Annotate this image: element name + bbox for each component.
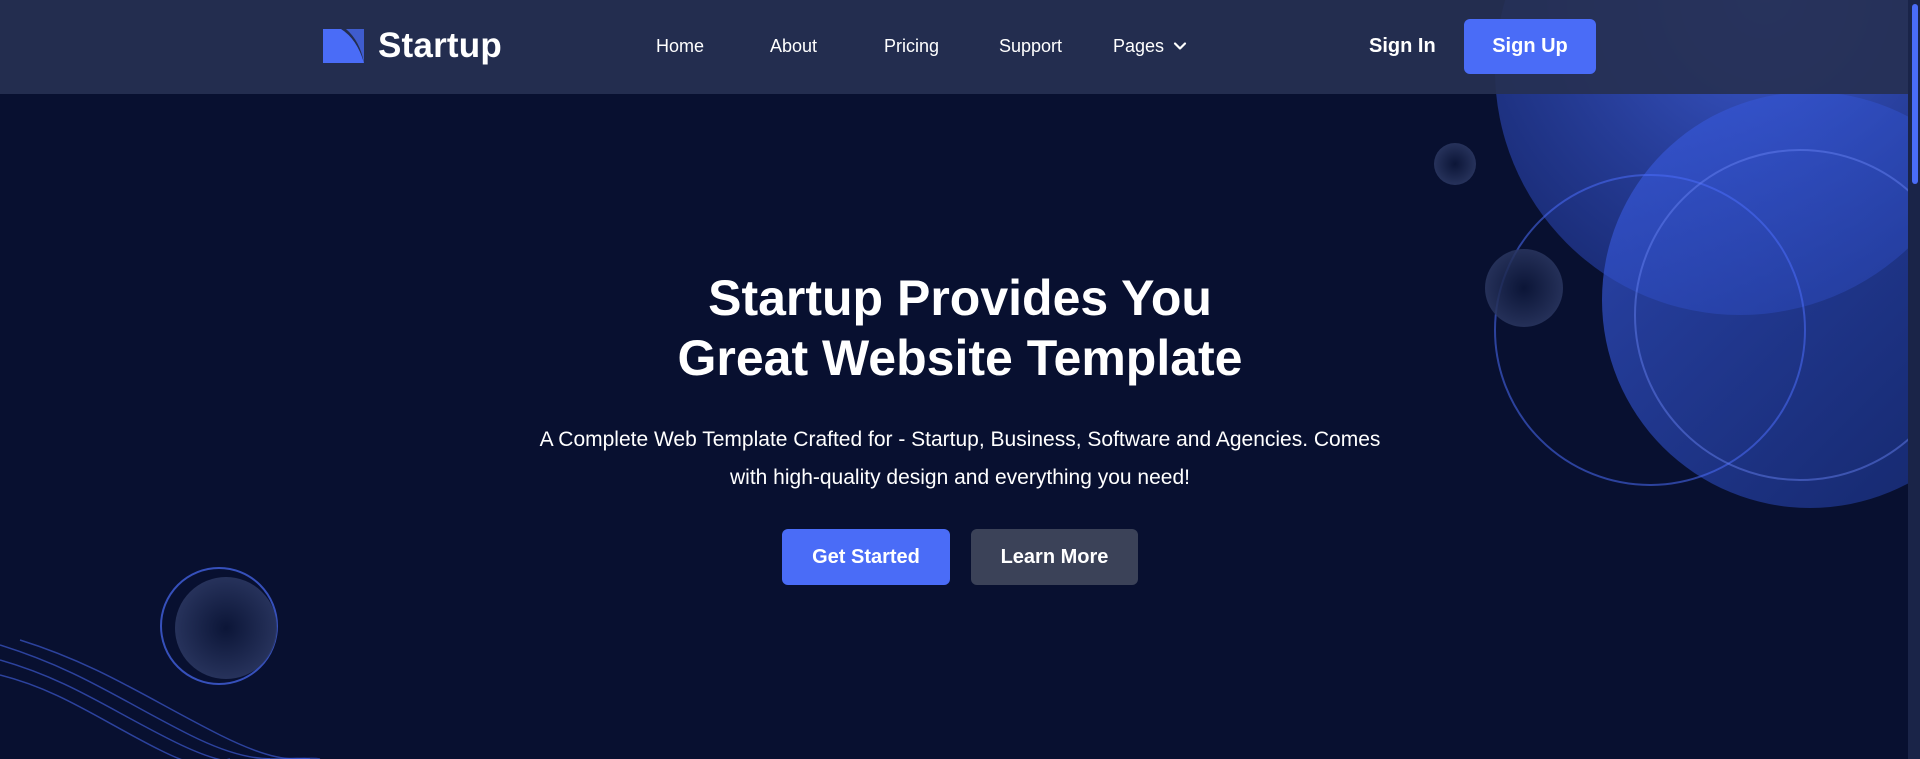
hero-title-line-1: Startup Provides You [708,270,1212,326]
hero-cta-group: Get Started Learn More [782,529,1138,585]
site-header: Startup Home About Pricing Support Pages… [0,0,1908,94]
scrollbar-thumb[interactable] [1912,4,1918,184]
nav-item-pages-label: Pages [1113,36,1165,56]
nav-item-support[interactable]: Support [999,34,1062,58]
hero-title-line-2: Great Website Template [677,330,1243,386]
landing-page: Startup Home About Pricing Support Pages… [0,0,1920,759]
hero-title: Startup Provides You Great Website Templ… [0,268,1920,388]
hero-subtitle: A Complete Web Template Crafted for - St… [500,421,1420,497]
scrollbar[interactable] [1908,0,1920,759]
main-nav: Home About Pricing Support Pages [0,0,1908,94]
nav-item-about[interactable]: About [770,34,817,58]
get-started-button[interactable]: Get Started [782,529,950,585]
nav-item-pricing[interactable]: Pricing [884,34,939,58]
learn-more-button[interactable]: Learn More [971,529,1138,585]
nav-item-home[interactable]: Home [656,34,704,58]
chevron-down-icon [1173,42,1187,50]
sign-in-link[interactable]: Sign In [1369,33,1436,59]
sign-up-button[interactable]: Sign Up [1464,19,1596,74]
hero-subtitle-line-2: with high-quality design and everything … [730,466,1190,489]
nav-item-pages[interactable]: Pages [1113,34,1187,58]
hero-subtitle-line-1: A Complete Web Template Crafted for - St… [539,428,1381,451]
